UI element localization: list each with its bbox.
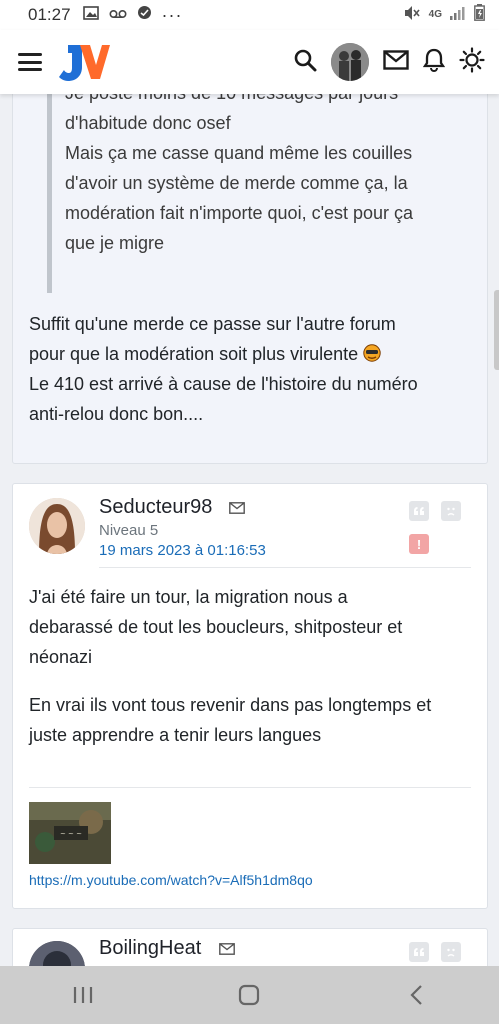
smiley-icon: [363, 341, 381, 362]
user-avatar[interactable]: [331, 43, 369, 81]
quote-line: d'avoir un système de merde comme ça, la: [65, 173, 408, 193]
youtube-link[interactable]: https://m.youtube.com/watch?v=Alf5h1dm8q…: [29, 872, 313, 888]
video-thumbnail[interactable]: ~ ~ ~: [29, 802, 111, 864]
ignore-user-button[interactable]: [441, 942, 461, 962]
mail-icon[interactable]: [383, 49, 409, 75]
body-line: anti-relou donc bon....: [29, 404, 204, 424]
post-body: J'ai été faire un tour, la migration nou…: [29, 582, 479, 750]
body-line: néonazi: [29, 647, 93, 667]
body-line: En vrai ils vont tous revenir dans pas l…: [29, 695, 432, 715]
send-message-icon[interactable]: [219, 942, 235, 960]
quote-line: Mais ça me casse quand même les couilles: [65, 143, 413, 163]
quote-line: Je poste moins de 10 messages par jours: [65, 94, 475, 108]
body-line-with-emoji: pour que la modération soit plus virulen…: [29, 339, 479, 369]
ignore-user-button[interactable]: [441, 501, 461, 521]
voicemail-icon: [109, 5, 127, 25]
jv-logo[interactable]: [58, 41, 110, 83]
quote-bar: [47, 94, 52, 293]
body-line: juste apprendre a tenir leurs langues: [29, 725, 322, 745]
signal-icon: [450, 5, 466, 25]
status-time: 01:27: [28, 5, 71, 24]
body-line: pour que la modération soit plus virulen…: [29, 344, 359, 364]
app-header: [0, 30, 499, 94]
author-avatar[interactable]: [29, 498, 85, 554]
post-header-divider: [99, 567, 471, 568]
app-notification-icon: [137, 5, 152, 25]
body-line: debarassé de tout les boucleurs, shitpos…: [29, 617, 403, 637]
status-bar: 01:27 ··· 4G: [0, 0, 499, 30]
search-icon[interactable]: [293, 48, 317, 77]
network-type-label: 4G: [428, 9, 442, 20]
theme-toggle-icon[interactable]: [459, 46, 485, 78]
quoted-message: Je poste moins de 10 messages par jours …: [65, 94, 475, 258]
back-button[interactable]: [386, 975, 446, 1015]
post-list: Je poste moins de 10 messages par jours …: [0, 94, 499, 966]
home-button[interactable]: [219, 975, 279, 1015]
author-name[interactable]: BoilingHeat: [99, 937, 201, 960]
recent-apps-button[interactable]: [53, 975, 113, 1015]
body-line: J'ai été faire un tour, la migration nou…: [29, 587, 348, 607]
quote-line: que je migre: [65, 233, 165, 253]
menu-icon[interactable]: [18, 53, 42, 71]
post-card: Je poste moins de 10 messages par jours …: [12, 94, 488, 464]
post-card: Seducteur98 Niveau 5 19 mars 2023 à 01:1…: [12, 483, 488, 909]
more-notifications-icon: ···: [161, 4, 183, 25]
report-button[interactable]: !: [409, 534, 429, 554]
author-name[interactable]: Seducteur98: [99, 496, 212, 519]
mute-icon: [403, 5, 421, 26]
svg-text:~ ~ ~: ~ ~ ~: [60, 830, 82, 838]
bell-icon[interactable]: [422, 48, 446, 77]
quote-button[interactable]: [409, 501, 429, 521]
quote-line: d'habitude donc osef: [65, 113, 231, 133]
gallery-notification-icon: [82, 5, 99, 25]
author-level: Niveau 5: [99, 522, 159, 539]
quote-line: modération fait n'importe quoi, c'est po…: [65, 203, 414, 223]
post-card: BoilingHeat: [12, 928, 488, 966]
post-date[interactable]: 19 mars 2023 à 01:16:53: [99, 542, 266, 559]
post-body-divider: [29, 787, 471, 788]
quote-button[interactable]: [409, 942, 429, 962]
edge-panel-handle[interactable]: [494, 290, 499, 370]
system-navigation-bar: [0, 966, 499, 1024]
battery-icon: [474, 4, 485, 26]
post-body: Suffit qu'une merde ce passe sur l'autre…: [29, 309, 479, 429]
body-line: Le 410 est arrivé à cause de l'histoire …: [29, 374, 418, 394]
send-message-icon[interactable]: [229, 501, 245, 519]
author-avatar[interactable]: [29, 941, 85, 966]
body-line: Suffit qu'une merde ce passe sur l'autre…: [29, 314, 396, 334]
